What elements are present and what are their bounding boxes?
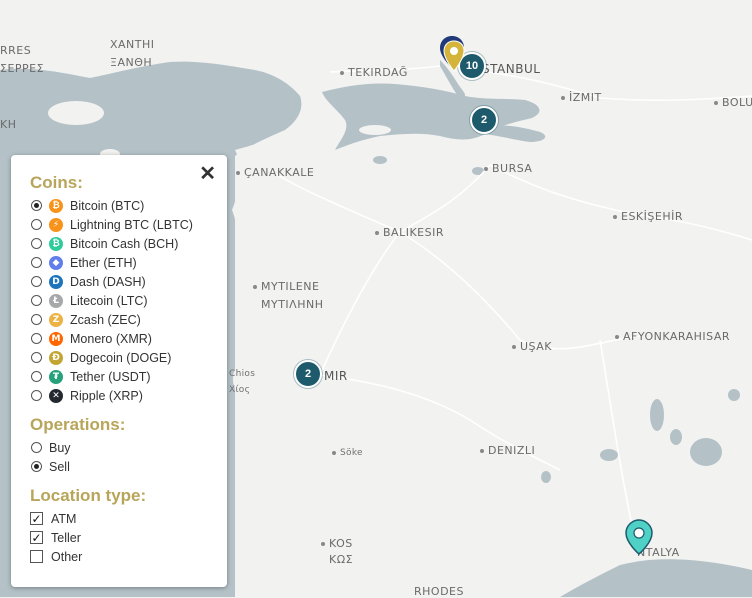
coin-label: Bitcoin (BTC) <box>70 198 145 213</box>
map-pin-istanbul-gold[interactable] <box>443 40 465 77</box>
coin-label: Ether (ETH) <box>70 255 137 270</box>
coin-radio[interactable] <box>31 333 42 344</box>
coin-label: Dogecoin (DOGE) <box>70 350 172 365</box>
operations-title: Operations: <box>30 415 126 434</box>
coin-option[interactable]: ◆ Ether (ETH) <box>30 253 227 272</box>
coin-option[interactable]: Z Zcash (ZEC) <box>30 310 227 329</box>
coins-title: Coins: <box>30 173 83 192</box>
operation-radio[interactable] <box>31 442 42 453</box>
city-label-izmir: MIR <box>324 369 348 383</box>
dash-icon: D <box>49 274 63 289</box>
location-type-checkbox[interactable] <box>30 550 43 563</box>
coin-label: Dash (DASH) <box>70 274 146 289</box>
city-label-istanbul: ISTANBUL <box>478 62 541 76</box>
coin-option[interactable]: Ð Dogecoin (DOGE) <box>30 348 227 367</box>
city-label-canakkale: ÇANAKKALE <box>236 166 314 179</box>
location-type-title: Location type: <box>30 486 147 505</box>
city-label-afyonkarahisar: AFYONKARAHISAR <box>615 330 730 343</box>
litecoin-icon: Ł <box>49 293 63 308</box>
city-label-mytilene: MYTILENE <box>253 280 319 293</box>
operation-option[interactable]: Buy <box>30 438 227 457</box>
coin-radio[interactable] <box>31 238 42 249</box>
coin-option[interactable]: ⚡ Lightning BTC (LBTC) <box>30 215 227 234</box>
dogecoin-icon: Ð <box>49 350 63 365</box>
coin-label: Tether (USDT) <box>70 369 151 384</box>
coin-option[interactable]: ₮ Tether (USDT) <box>30 367 227 386</box>
lightning-icon: ⚡ <box>49 217 63 232</box>
coin-list: ₿ Bitcoin (BTC) ⚡ Lightning BTC (LBTC) ₿ Bitc… <box>30 196 227 405</box>
coin-radio[interactable] <box>31 314 42 325</box>
coin-option[interactable]: Ł Litecoin (LTC) <box>30 291 227 310</box>
coin-radio[interactable] <box>31 371 42 382</box>
city-label-balikesir: BALIKESIR <box>375 226 444 239</box>
coin-label: Bitcoin Cash (BCH) <box>70 236 179 251</box>
tether-icon: ₮ <box>49 369 63 384</box>
bitcoin-cash-icon: ₿ <box>49 236 63 251</box>
coin-radio[interactable] <box>31 200 42 211</box>
coin-radio[interactable] <box>31 390 42 401</box>
coin-radio[interactable] <box>31 257 42 268</box>
bitcoin-icon: ₿ <box>49 198 63 213</box>
city-label-bolu: BOLU <box>714 96 752 109</box>
location-type-checkbox[interactable]: ✓ <box>30 531 43 544</box>
ether-icon: ◆ <box>49 255 63 270</box>
location-type-label: ATM <box>51 511 77 526</box>
coin-option[interactable]: ₿ Bitcoin Cash (BCH) <box>30 234 227 253</box>
city-label-xanthi-latin: XANTHI <box>110 38 155 51</box>
city-label-kos: KOS <box>321 537 353 550</box>
location-type-option[interactable]: ✓ Teller <box>30 528 227 547</box>
city-label-eskisehir: ESKİŞEHİR <box>613 210 683 223</box>
coin-label: Zcash (ZEC) <box>70 312 141 327</box>
zcash-icon: Z <box>49 312 63 327</box>
location-type-label: Teller <box>51 530 81 545</box>
location-type-label: Other <box>51 549 83 564</box>
city-label-usak: UŞAK <box>512 340 552 353</box>
city-label-kos-greek: ΚΩΣ <box>329 553 354 566</box>
coin-option[interactable]: M Monero (XMR) <box>30 329 227 348</box>
coin-label: Ripple (XRP) <box>70 388 143 403</box>
operation-label: Buy <box>49 440 71 455</box>
coin-option[interactable]: ✕ Ripple (XRP) <box>30 386 227 405</box>
monero-icon: M <box>49 331 63 346</box>
filter-panel: ✕ Coins: ₿ Bitcoin (BTC) ⚡ Lightning BTC (L… <box>11 155 227 587</box>
city-label-izmit: İZMIT <box>561 91 602 104</box>
coin-option[interactable]: D Dash (DASH) <box>30 272 227 291</box>
city-label-kh: KH <box>0 118 17 131</box>
operation-label: Sell <box>49 459 70 474</box>
coin-radio[interactable] <box>31 276 42 287</box>
operations-list: Buy Sell <box>30 438 227 476</box>
coin-radio[interactable] <box>31 295 42 306</box>
ripple-icon: ✕ <box>49 388 63 403</box>
city-label-tekirdag: TEKIRDAĞ <box>340 66 408 79</box>
coin-radio[interactable] <box>31 219 42 230</box>
coin-label: Monero (XMR) <box>70 331 152 346</box>
city-label-chios-greek: Χίος <box>229 385 251 395</box>
coin-label: Litecoin (LTC) <box>70 293 148 308</box>
city-label-serres-latin: RRES <box>0 44 32 57</box>
location-type-option[interactable]: Other <box>30 547 227 566</box>
operation-radio[interactable] <box>31 461 42 472</box>
coin-option[interactable]: ₿ Bitcoin (BTC) <box>30 196 227 215</box>
city-label-mytilene-greek: ΜΥΤΙΛΗΝΗ <box>261 298 324 311</box>
location-type-option[interactable]: ✓ ATM <box>30 509 227 528</box>
cluster-marmara[interactable]: 2 <box>470 106 498 134</box>
city-label-serres: ΣΕΡΡΕΣ <box>0 62 45 75</box>
city-label-denizli: DENIZLI <box>480 444 535 457</box>
city-label-xanthi: ΞΑΝΘΗ <box>110 56 153 69</box>
city-label-bursa: BURSA <box>484 162 532 175</box>
coin-radio[interactable] <box>31 352 42 363</box>
city-label-rhodes: RHODES <box>414 585 464 598</box>
operation-option[interactable]: Sell <box>30 457 227 476</box>
close-icon[interactable]: ✕ <box>199 164 216 184</box>
location-type-checkbox[interactable]: ✓ <box>30 512 43 525</box>
city-label-chios: Chios <box>229 369 256 379</box>
cluster-izmir[interactable]: 2 <box>294 360 322 388</box>
location-type-list: ✓ ATM ✓ Teller Other <box>30 509 227 566</box>
map-pin-antalya[interactable] <box>625 519 653 560</box>
city-label-soke: Söke <box>332 448 363 458</box>
coin-label: Lightning BTC (LBTC) <box>70 217 193 232</box>
